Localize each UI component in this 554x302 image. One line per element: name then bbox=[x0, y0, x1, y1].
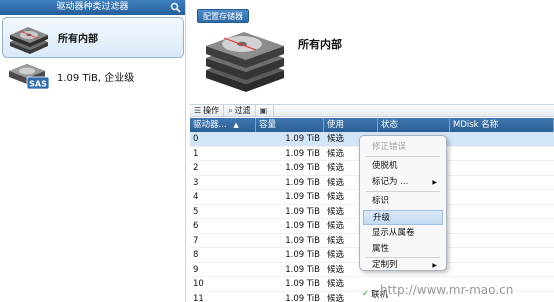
actions-label: 操作 bbox=[203, 106, 220, 115]
sort-ascending-icon: ▲ bbox=[233, 121, 239, 129]
menu-item-properties[interactable]: 属性 bbox=[363, 242, 443, 257]
menu-item-upgrade[interactable]: 升级 bbox=[363, 210, 443, 225]
column-header-drive-id[interactable]: 驱动器... ▲ bbox=[190, 118, 256, 132]
menu-item-customize-columns[interactable]: 定制列 ▶ bbox=[363, 258, 443, 273]
hard-drive-icon bbox=[10, 26, 48, 54]
grid-toolbar: ☰ 操作 ⌕ 过滤 ▣ bbox=[190, 104, 554, 117]
submenu-arrow-icon: ▶ bbox=[432, 179, 437, 186]
sas-drive-icon: SAS bbox=[9, 63, 50, 89]
search-icon[interactable] bbox=[170, 2, 181, 13]
filter-panel-title: 驱动器种类过滤器 bbox=[56, 2, 129, 12]
menu-item-take-offline[interactable]: 使脱机 bbox=[363, 159, 443, 174]
watermark: http://www.mr-mao.cn bbox=[380, 283, 514, 297]
column-header-mdisk-name[interactable]: MDisk 名称 bbox=[450, 118, 554, 132]
menu-item-fix-errors[interactable]: 修正错误 bbox=[363, 140, 443, 155]
list-icon: ☰ bbox=[194, 106, 202, 115]
menu-separator bbox=[366, 191, 440, 192]
context-menu: 修正错误 使脱机 标记为 ... ▶ 标识 升级 显示从属卷 属性 定制列 ▶ bbox=[359, 135, 447, 271]
filter-item-label: 所有内部 bbox=[58, 34, 98, 45]
filter-button[interactable]: ⌕ 过滤 bbox=[224, 105, 256, 116]
filter-panel-header: 驱动器种类过滤器 bbox=[0, 0, 185, 15]
menu-item-show-dependent-volumes[interactable]: 显示从属卷 bbox=[363, 226, 443, 241]
filter-label: 过滤 bbox=[234, 106, 251, 115]
save-icon: ▣ bbox=[259, 106, 268, 115]
menu-item-mark-as[interactable]: 标记为 ... ▶ bbox=[363, 175, 443, 190]
filter-item-label: 1.09 TiB, 企业级 bbox=[57, 73, 135, 84]
menu-item-identify[interactable]: 标识 bbox=[363, 194, 443, 209]
checkmark-icon: ✓ bbox=[362, 289, 370, 299]
submenu-arrow-icon: ▶ bbox=[432, 262, 437, 269]
magnifier-icon: ⌕ bbox=[228, 105, 233, 115]
actions-menu-button[interactable]: ☰ 操作 bbox=[190, 105, 225, 116]
column-header-status[interactable]: 状态 bbox=[378, 118, 450, 132]
drive-type-filter-panel: 驱动器种类过滤器 所有内部 SAS 1.09 TiB, 企业级 bbox=[0, 0, 186, 302]
sas-badge: SAS bbox=[29, 79, 47, 88]
column-header-use[interactable]: 使用 bbox=[324, 118, 378, 132]
menu-separator bbox=[366, 156, 440, 157]
export-button[interactable]: ▣ bbox=[256, 105, 275, 116]
grid-header: 驱动器... ▲ 容量 使用 状态 MDisk 名称 bbox=[190, 118, 554, 132]
page-title: 所有内部 bbox=[298, 38, 342, 51]
configure-storage-button[interactable]: 配置存储器 bbox=[197, 9, 249, 23]
filter-item-all-internal[interactable]: 所有内部 bbox=[2, 17, 184, 58]
column-header-capacity[interactable]: 容量 bbox=[256, 118, 324, 132]
hard-drive-stack-icon bbox=[206, 32, 284, 92]
filter-item-sas-enterprise[interactable]: SAS 1.09 TiB, 企业级 bbox=[2, 56, 184, 97]
